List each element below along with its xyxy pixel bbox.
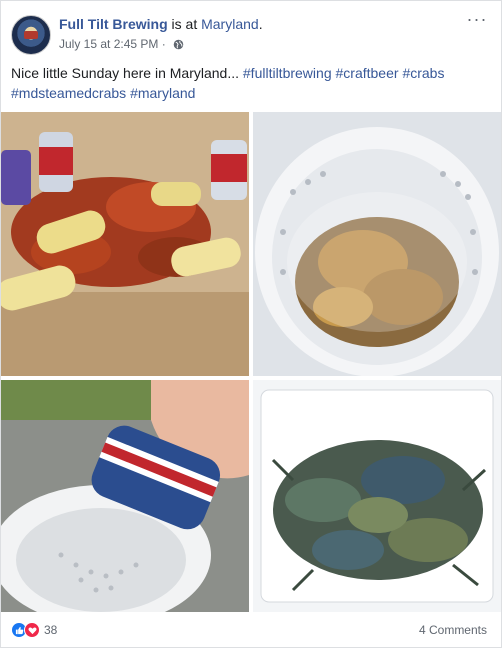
globe-icon[interactable] [173,39,184,50]
reaction-count[interactable]: 38 [44,623,57,637]
post-meta: July 15 at 2:45 PM · [59,36,439,52]
hashtag-link[interactable]: #fulltiltbrewing [243,65,332,81]
photo-can-over-steamer-basket[interactable] [1,380,249,612]
place-link[interactable]: Maryland [201,16,259,32]
reactions-summary[interactable]: 38 [11,622,57,638]
live-crabs-image [253,380,501,612]
timestamp-link[interactable]: July 15 at 2:45 PM [59,36,158,52]
photo-live-crabs-in-cooler[interactable] [253,380,501,612]
header-title: Full Tilt Brewing is at Maryland. [59,15,439,33]
is-at-text: is at [167,16,202,32]
post-footer: 38 4 Comments [11,619,491,643]
photo-crabs-in-steamer-pot[interactable] [253,112,501,376]
place-suffix: . [258,16,263,32]
can-basket-image [1,380,249,612]
post-header: Full Tilt Brewing is at Maryland. July 1… [11,10,491,61]
more-options-icon[interactable]: ··· [465,10,489,29]
photo-grid [1,112,501,612]
caption-text: Nice little Sunday here in Maryland... [11,65,243,81]
page-avatar[interactable] [11,15,51,55]
hashtag-link[interactable]: #mdsteamedcrabs [11,85,126,101]
header-text: Full Tilt Brewing is at Maryland. July 1… [59,15,439,52]
hashtag-link[interactable]: #crabs [402,65,444,81]
post-card: Full Tilt Brewing is at Maryland. July 1… [0,0,502,648]
comments-link[interactable]: 4 Comments [419,623,487,637]
photo-crabs-corn-beer[interactable] [1,112,249,376]
meta-separator: · [158,37,170,51]
hashtag-link[interactable]: #maryland [130,85,195,101]
post-caption: Nice little Sunday here in Maryland... #… [11,63,481,103]
love-icon [24,622,40,638]
crabs-corn-beer-image [1,112,249,376]
steamer-pot-image [253,112,501,376]
page-name-link[interactable]: Full Tilt Brewing [59,16,168,32]
hashtag-link[interactable]: #craftbeer [336,65,399,81]
